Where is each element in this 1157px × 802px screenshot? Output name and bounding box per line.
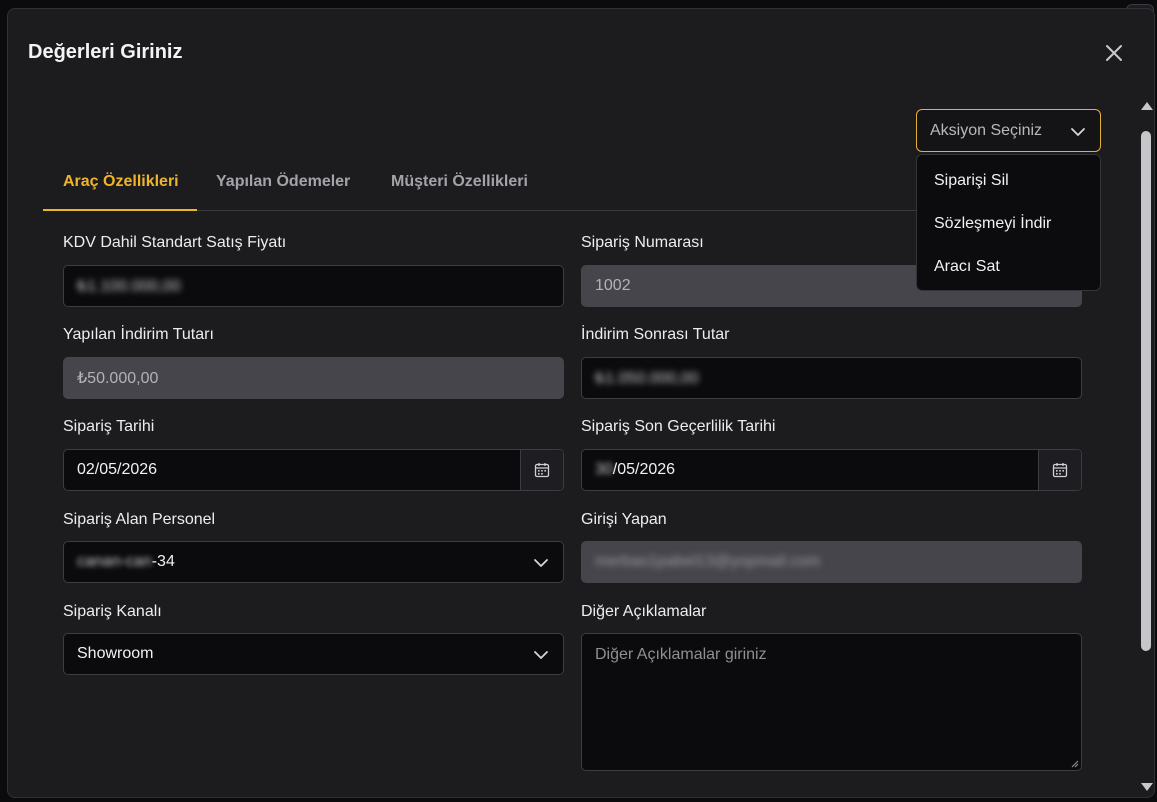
action-select[interactable]: Aksiyon Seçiniz [916, 109, 1101, 152]
expiry-date-hidden-part: 30 [595, 461, 613, 478]
entered-by-value: merbas1pabel13@yopmail.com [595, 553, 821, 570]
calendar-icon[interactable] [1038, 450, 1081, 490]
entered-by-label: Girişi Yapan [581, 511, 667, 528]
menu-item-sell-vehicle[interactable]: Aracı Sat [917, 246, 1100, 289]
staff-visible-part: -34 [151, 553, 175, 570]
tab-vehicle-properties[interactable]: Araç Özellikleri [63, 173, 179, 191]
scroll-down-arrow-icon[interactable] [1141, 783, 1153, 791]
modal-title: Değerleri Giriniz [28, 41, 183, 63]
values-modal: Değerleri Giriniz Aksiyon Seçiniz Sipari… [7, 8, 1155, 798]
tab-payments[interactable]: Yapılan Ödemeler [216, 173, 350, 191]
calendar-icon[interactable] [520, 450, 563, 490]
order-number-label: Sipariş Numarası [581, 234, 704, 251]
order-date-label: Sipariş Tarihi [63, 418, 155, 435]
action-menu: Siparişi Sil Sözleşmeyi İndir Aracı Sat [916, 154, 1101, 291]
expiry-date-visible-part: /05/2026 [612, 461, 676, 478]
staff-hidden-part: canan-can [77, 553, 152, 570]
scrollbar-thumb[interactable] [1141, 131, 1151, 651]
notes-placeholder: Diğer Açıklamalar giriniz [595, 646, 767, 663]
expiry-date-input[interactable]: 30/05/2026 [581, 449, 1082, 491]
list-price-label: KDV Dahil Standart Satış Fiyatı [63, 234, 287, 251]
entered-by-input: merbas1pabel13@yopmail.com [581, 541, 1082, 583]
chevron-down-icon [1071, 128, 1085, 136]
modal-scrollbar[interactable] [1139, 97, 1153, 797]
chevron-down-icon [534, 651, 548, 659]
order-number-value: 1002 [595, 277, 631, 294]
notes-textarea[interactable]: Diğer Açıklamalar giriniz [581, 633, 1082, 771]
tab-customer-properties[interactable]: Müşteri Özellikleri [391, 173, 528, 191]
staff-label: Sipariş Alan Personel [63, 511, 216, 528]
channel-select[interactable]: Showroom [63, 633, 564, 675]
post-discount-label: İndirim Sonrası Tutar [581, 326, 730, 343]
menu-item-delete-order[interactable]: Siparişi Sil [917, 160, 1100, 203]
list-price-input[interactable]: ₺1.100.000,00 [63, 265, 564, 307]
discount-amount-label: Yapılan İndirim Tutarı [63, 326, 214, 343]
expiry-date-label: Sipariş Son Geçerlilik Tarihi [581, 418, 776, 435]
chevron-down-icon [534, 559, 548, 567]
resize-grip-icon[interactable] [1069, 758, 1079, 768]
list-price-value: ₺1.100.000,00 [77, 278, 181, 295]
order-date-input[interactable]: 02/05/2026 [63, 449, 564, 491]
menu-item-download-contract[interactable]: Sözleşmeyi İndir [917, 203, 1100, 246]
scroll-up-arrow-icon[interactable] [1141, 102, 1153, 110]
channel-value: Showroom [77, 645, 154, 662]
active-tab-indicator [43, 209, 197, 211]
post-discount-input[interactable]: ₺1.050.000,00 [581, 357, 1082, 399]
order-date-value: 02/05/2026 [77, 461, 158, 478]
staff-select[interactable]: canan-can -34 [63, 541, 564, 583]
notes-label: Diğer Açıklamalar [581, 603, 707, 620]
discount-amount-input: ₺50.000,00 [63, 357, 564, 399]
close-icon[interactable] [1102, 41, 1126, 65]
channel-label: Sipariş Kanalı [63, 603, 162, 620]
post-discount-value: ₺1.050.000,00 [595, 370, 699, 387]
action-select-placeholder: Aksiyon Seçiniz [930, 121, 1043, 139]
discount-amount-value: ₺50.000,00 [77, 370, 159, 387]
